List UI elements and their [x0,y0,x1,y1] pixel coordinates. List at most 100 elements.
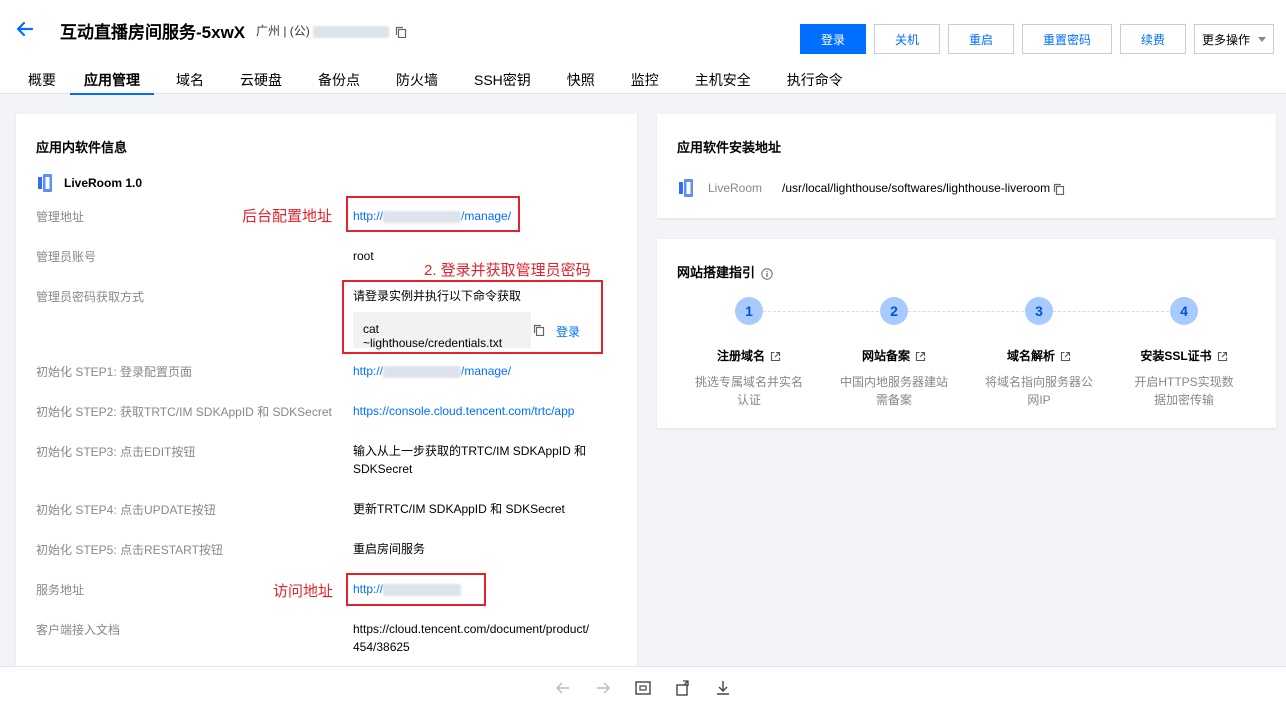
step-link-register-domain[interactable]: 注册域名 [679,347,819,364]
action-bar: 登录 关机 重启 重置密码 续费 更多操作 [800,24,1274,54]
step-desc-3-line2: 网IP [1027,393,1051,407]
step5-value: 重启房间服务 [353,542,426,556]
download-icon[interactable] [714,679,732,697]
shutdown-button[interactable]: 关机 [874,24,940,54]
step2-label: 初始化 STEP2: 获取TRTC/IM SDKAppID 和 SDKSecre… [36,405,332,419]
step-number-4: 4 [1170,297,1198,325]
page-title: 互动直播房间服务-5xwX [60,23,246,42]
tab-cloud-disk[interactable]: 云硬盘 [226,62,296,94]
step1-label: 初始化 STEP1: 登录配置页面 [36,365,193,379]
tab-backup[interactable]: 备份点 [304,62,374,94]
software-info-title: 应用内软件信息 [36,140,128,155]
viewer-toolbar [0,666,1286,706]
step-link-icp-filing[interactable]: 网站备案 [824,347,964,364]
renew-button[interactable]: 续费 [1120,24,1186,54]
tab-ssh-key[interactable]: SSH密钥 [460,62,545,94]
client-doc-link[interactable]: https://cloud.tencent.com/document/produ… [353,620,589,656]
step3-value-line2: SDKSecret [353,462,413,476]
admin-url-label: 管理地址 [36,210,85,224]
step-title-3: 域名解析 [1006,349,1055,363]
step2-link[interactable]: https://console.cloud.tencent.com/trtc/a… [353,402,574,420]
step-desc-4-line1: 开启HTTPS实现数 [1134,375,1234,389]
step-desc-2-line1: 中国内地服务器建站 [839,375,948,389]
copy-icon[interactable] [1053,183,1065,195]
redacted-ip [383,365,462,378]
client-doc-line1: https://cloud.tencent.com/document/produ… [353,622,590,636]
step-number-2: 2 [880,297,908,325]
step-title-2: 网站备案 [861,349,910,363]
region-text: 广州 | (公) [256,24,310,38]
liveroom-logo-icon [38,174,52,192]
tab-snapshot[interactable]: 快照 [553,62,609,94]
step-desc-1-line2: 认证 [736,393,761,407]
rotate-icon[interactable] [674,679,692,697]
annotation-box-password [342,280,603,354]
step-desc-1-line1: 挑选专属域名并实名 [694,375,803,389]
caret-down-icon [1258,36,1266,42]
more-actions-dropdown[interactable]: 更多操作 [1194,24,1274,54]
tab-domain[interactable]: 域名 [162,62,218,94]
site-guide-title-wrap: 网站搭建指引 [677,262,773,281]
annotation-backend: 后台配置地址 [242,208,333,225]
step1-url-suffix: /manage/ [461,364,512,378]
external-link-icon [915,352,926,362]
app-header: LiveRoom 1.0 [38,174,142,192]
step4-value: 更新TRTC/IM SDKAppID 和 SDKSecret [353,502,565,516]
tab-host-security[interactable]: 主机安全 [681,62,765,94]
step-desc-4: 开启HTTPS实现数 据加密传输 [1124,373,1244,409]
service-url-label: 服务地址 [36,583,85,597]
step-number-1: 1 [735,297,763,325]
step-link-dns[interactable]: 域名解析 [969,347,1109,364]
copy-icon[interactable] [395,26,407,38]
external-link-icon [1217,352,1227,362]
tab-firewall[interactable]: 防火墙 [382,62,452,94]
step-connector [763,311,879,312]
step4-label: 初始化 STEP4: 点击UPDATE按钮 [36,503,216,517]
step-desc-2: 中国内地服务器建站 需备案 [834,373,954,409]
step-connector [1053,311,1169,312]
tab-bar: 概要 应用管理 域名 云硬盘 备份点 防火墙 SSH密钥 快照 监控 主机安全 … [14,62,857,95]
admin-password-label: 管理员密码获取方式 [36,290,145,304]
fit-screen-icon[interactable] [634,679,652,697]
install-path-title: 应用软件安装地址 [677,140,782,155]
install-path-value: /usr/local/lighthouse/softwares/lighthou… [782,181,1051,195]
step3-label: 初始化 STEP3: 点击EDIT按钮 [36,445,196,459]
restart-button[interactable]: 重启 [948,24,1014,54]
header: 互动直播房间服务-5xwX 广州 | (公) 登录 关机 重启 重置密码 续费 … [0,0,1286,95]
step3-value: 输入从上一步获取的TRTC/IM SDKAppID 和 SDKSecret [353,442,586,478]
tab-overview[interactable]: 概要 [14,62,70,94]
step1-url-prefix: http:// [353,364,384,378]
admin-account-value: root [353,249,374,263]
arrow-right-icon[interactable] [594,679,612,697]
admin-account-label: 管理员账号 [36,250,97,264]
client-doc-label: 客户端接入文档 [36,623,121,637]
step1-link[interactable]: http:// /manage/ [353,362,511,380]
step-desc-3: 将域名指向服务器公 网IP [979,373,1099,409]
step-desc-4-line2: 据加密传输 [1153,393,1214,407]
step5-label: 初始化 STEP5: 点击RESTART按钮 [36,543,223,557]
external-link-icon [1060,352,1071,362]
arrow-left-icon[interactable] [554,679,572,697]
tab-monitor[interactable]: 监控 [617,62,673,94]
step-title-4: 安装SSL证书 [1140,349,1212,363]
tab-run-command[interactable]: 执行命令 [773,62,857,94]
software-info-card: 应用内软件信息 LiveRoom 1.0 管理地址 http:// /manage… [16,114,637,666]
site-guide-card: 网站搭建指引 1 2 3 4 注册域名 网站备案 域名解析 安装SSL证书 挑选… [657,239,1276,428]
instance-region: 广州 | (公) [256,22,407,39]
tab-app-management[interactable]: 应用管理 [70,62,154,95]
external-link-icon [770,352,781,362]
install-path-card: 应用软件安装地址 LiveRoom /usr/local/lighthouse/… [657,114,1276,218]
step-title-1: 注册域名 [716,349,765,363]
redacted-ip [312,25,389,38]
step-desc-2-line2: 需备案 [875,393,912,407]
liveroom-logo-icon [679,179,693,197]
step-link-ssl[interactable]: 安装SSL证书 [1114,347,1254,364]
login-button[interactable]: 登录 [800,24,866,54]
reset-password-button[interactable]: 重置密码 [1022,24,1112,54]
annotation-login-password: 2. 登录并获取管理员密码 [424,262,591,279]
annotation-box-backend [346,196,520,232]
info-icon[interactable] [761,267,773,280]
step-desc-1: 挑选专属域名并实名 认证 [689,373,809,409]
back-arrow-icon[interactable] [14,18,36,40]
step-connector [908,311,1024,312]
